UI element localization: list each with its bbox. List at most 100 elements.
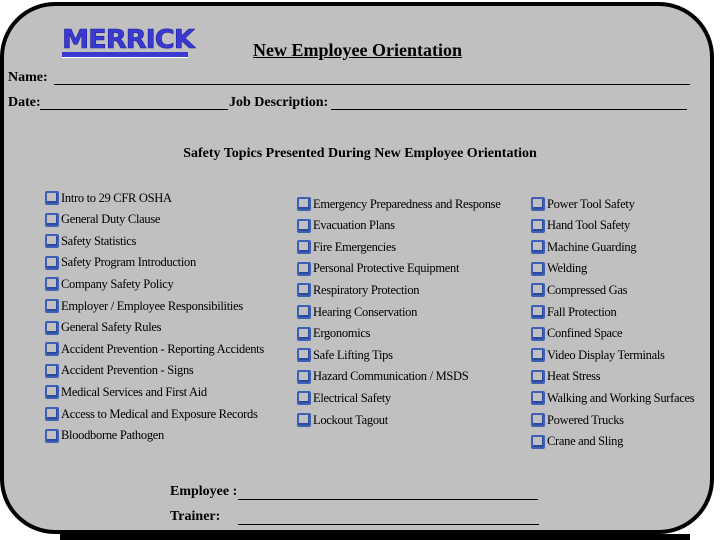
topic-item[interactable]: Fire Emergencies [297,239,396,255]
checkbox-icon[interactable] [297,413,311,427]
topic-item[interactable]: Crane and Sling [531,434,623,450]
topic-item[interactable]: Respiratory Protection [297,282,420,298]
topic-label: Crane and Sling [547,434,624,449]
checkbox-icon[interactable] [45,363,59,378]
topic-item[interactable]: Safe Lifting Tips [297,347,393,363]
employee-signature-field[interactable] [238,499,538,500]
topic-item[interactable]: Power Tool Safety [531,196,635,212]
topic-item[interactable]: Safety Statistics [45,233,136,249]
topic-item[interactable]: Evacuation Plans [297,218,395,234]
checkbox-icon[interactable] [45,255,59,270]
topic-item[interactable]: Medical Services and First Aid [45,384,207,400]
topic-item[interactable]: Company Safety Policy [45,276,174,292]
topic-item[interactable]: Access to Medical and Exposure Records [45,406,258,422]
topic-label: Company Safety Policy [61,276,174,291]
checkbox-icon[interactable] [45,277,59,292]
topic-label: Heat Stress [547,369,601,384]
topic-label: Hazard Communication / MSDS [313,369,469,384]
topic-label: Machine Guarding [547,239,637,254]
checkbox-icon[interactable] [531,326,545,341]
checkbox-icon[interactable] [45,191,59,205]
topic-item[interactable]: Lockout Tagout [297,412,388,428]
topic-label: Fall Protection [547,304,617,319]
checkbox-icon[interactable] [531,218,545,233]
trainer-signature-field[interactable] [238,524,539,525]
checkbox-icon[interactable] [297,261,311,276]
topic-label: Video Display Terminals [547,347,665,362]
checkbox-icon[interactable] [297,283,311,298]
topic-label: Personal Protective Equipment [313,261,460,276]
checkbox-icon[interactable] [297,197,311,211]
name-label: Name: [8,70,48,85]
topic-label: Employer / Employee Responsibilities [61,298,243,313]
checkbox-icon[interactable] [531,434,545,449]
topic-item[interactable]: Hazard Communication / MSDS [297,369,469,385]
topic-item[interactable]: Accident Prevention - Reporting Accident… [45,341,264,357]
topic-label: Welding [547,261,587,276]
checkbox-icon[interactable] [45,320,59,335]
topic-item[interactable]: Video Display Terminals [531,347,665,363]
bottom-border [60,534,690,540]
topic-item[interactable]: Fall Protection [531,304,617,320]
topic-item[interactable]: Safety Program Introduction [45,255,196,271]
topic-label: Powered Trucks [547,412,624,427]
logo-text: MERRICK [62,25,196,55]
checkbox-icon[interactable] [297,218,311,233]
checkbox-icon[interactable] [531,197,545,211]
topic-label: Respiratory Protection [313,282,420,297]
checkbox-icon[interactable] [531,348,545,363]
topic-label: Hand Tool Safety [547,218,630,233]
checkbox-icon[interactable] [45,407,59,421]
topic-item[interactable]: Ergonomics [297,326,370,342]
topic-item[interactable]: Hearing Conservation [297,304,417,320]
topic-item[interactable]: Emergency Preparedness and Response [297,196,501,212]
topic-label: Walking and Working Surfaces [547,390,695,405]
topic-item[interactable]: Heat Stress [531,369,601,385]
trainer-signature-label: Trainer: [170,509,221,524]
checkbox-icon[interactable] [45,212,59,227]
topic-item[interactable]: Hand Tool Safety [531,218,630,234]
topic-label: Safety Program Introduction [61,255,196,270]
checkbox-icon[interactable] [531,413,545,427]
checkbox-icon[interactable] [297,305,311,319]
topic-item[interactable]: Walking and Working Surfaces [531,390,695,406]
topic-item[interactable]: Powered Trucks [531,412,624,428]
checkbox-icon[interactable] [531,391,545,406]
topic-item[interactable]: General Duty Clause [45,212,160,228]
topic-label: Safe Lifting Tips [313,347,393,362]
topic-item[interactable]: Accident Prevention - Signs [45,363,194,379]
topic-item[interactable]: Compressed Gas [531,282,627,298]
topic-item[interactable]: Personal Protective Equipment [297,261,459,277]
topic-item[interactable]: Confined Space [531,326,623,342]
topic-label: Fire Emergencies [313,239,396,254]
checkbox-icon[interactable] [531,240,545,255]
name-field[interactable] [54,84,690,85]
job-description-field[interactable] [331,109,687,110]
checkbox-icon[interactable] [297,348,311,363]
topic-item[interactable]: Machine Guarding [531,239,637,255]
checkbox-icon[interactable] [297,391,311,406]
topic-item[interactable]: Intro to 29 CFR OSHA [45,190,172,206]
employee-signature-label: Employee : [170,484,238,499]
checkbox-icon[interactable] [45,299,59,313]
checkbox-icon[interactable] [297,326,311,341]
topic-item[interactable]: Electrical Safety [297,390,391,406]
topic-item[interactable]: Welding [531,261,587,277]
topic-label: Ergonomics [313,326,371,341]
date-field[interactable] [40,109,228,110]
checkbox-icon[interactable] [45,385,59,400]
checkbox-icon[interactable] [531,261,545,276]
topic-item[interactable]: Bloodborne Pathogen [45,428,164,444]
topic-item[interactable]: Employer / Employee Responsibilities [45,298,243,314]
checkbox-icon[interactable] [297,240,311,255]
checkbox-icon[interactable] [45,342,59,357]
checkbox-icon[interactable] [531,283,545,298]
topic-item[interactable]: General Safety Rules [45,320,162,336]
date-label: Date: [8,95,41,110]
checkbox-icon[interactable] [531,369,545,384]
checkbox-icon[interactable] [531,305,545,319]
checkbox-icon[interactable] [297,369,311,384]
checkbox-icon[interactable] [45,234,59,249]
section-title: Safety Topics Presented During New Emplo… [183,146,537,161]
checkbox-icon[interactable] [45,428,59,443]
